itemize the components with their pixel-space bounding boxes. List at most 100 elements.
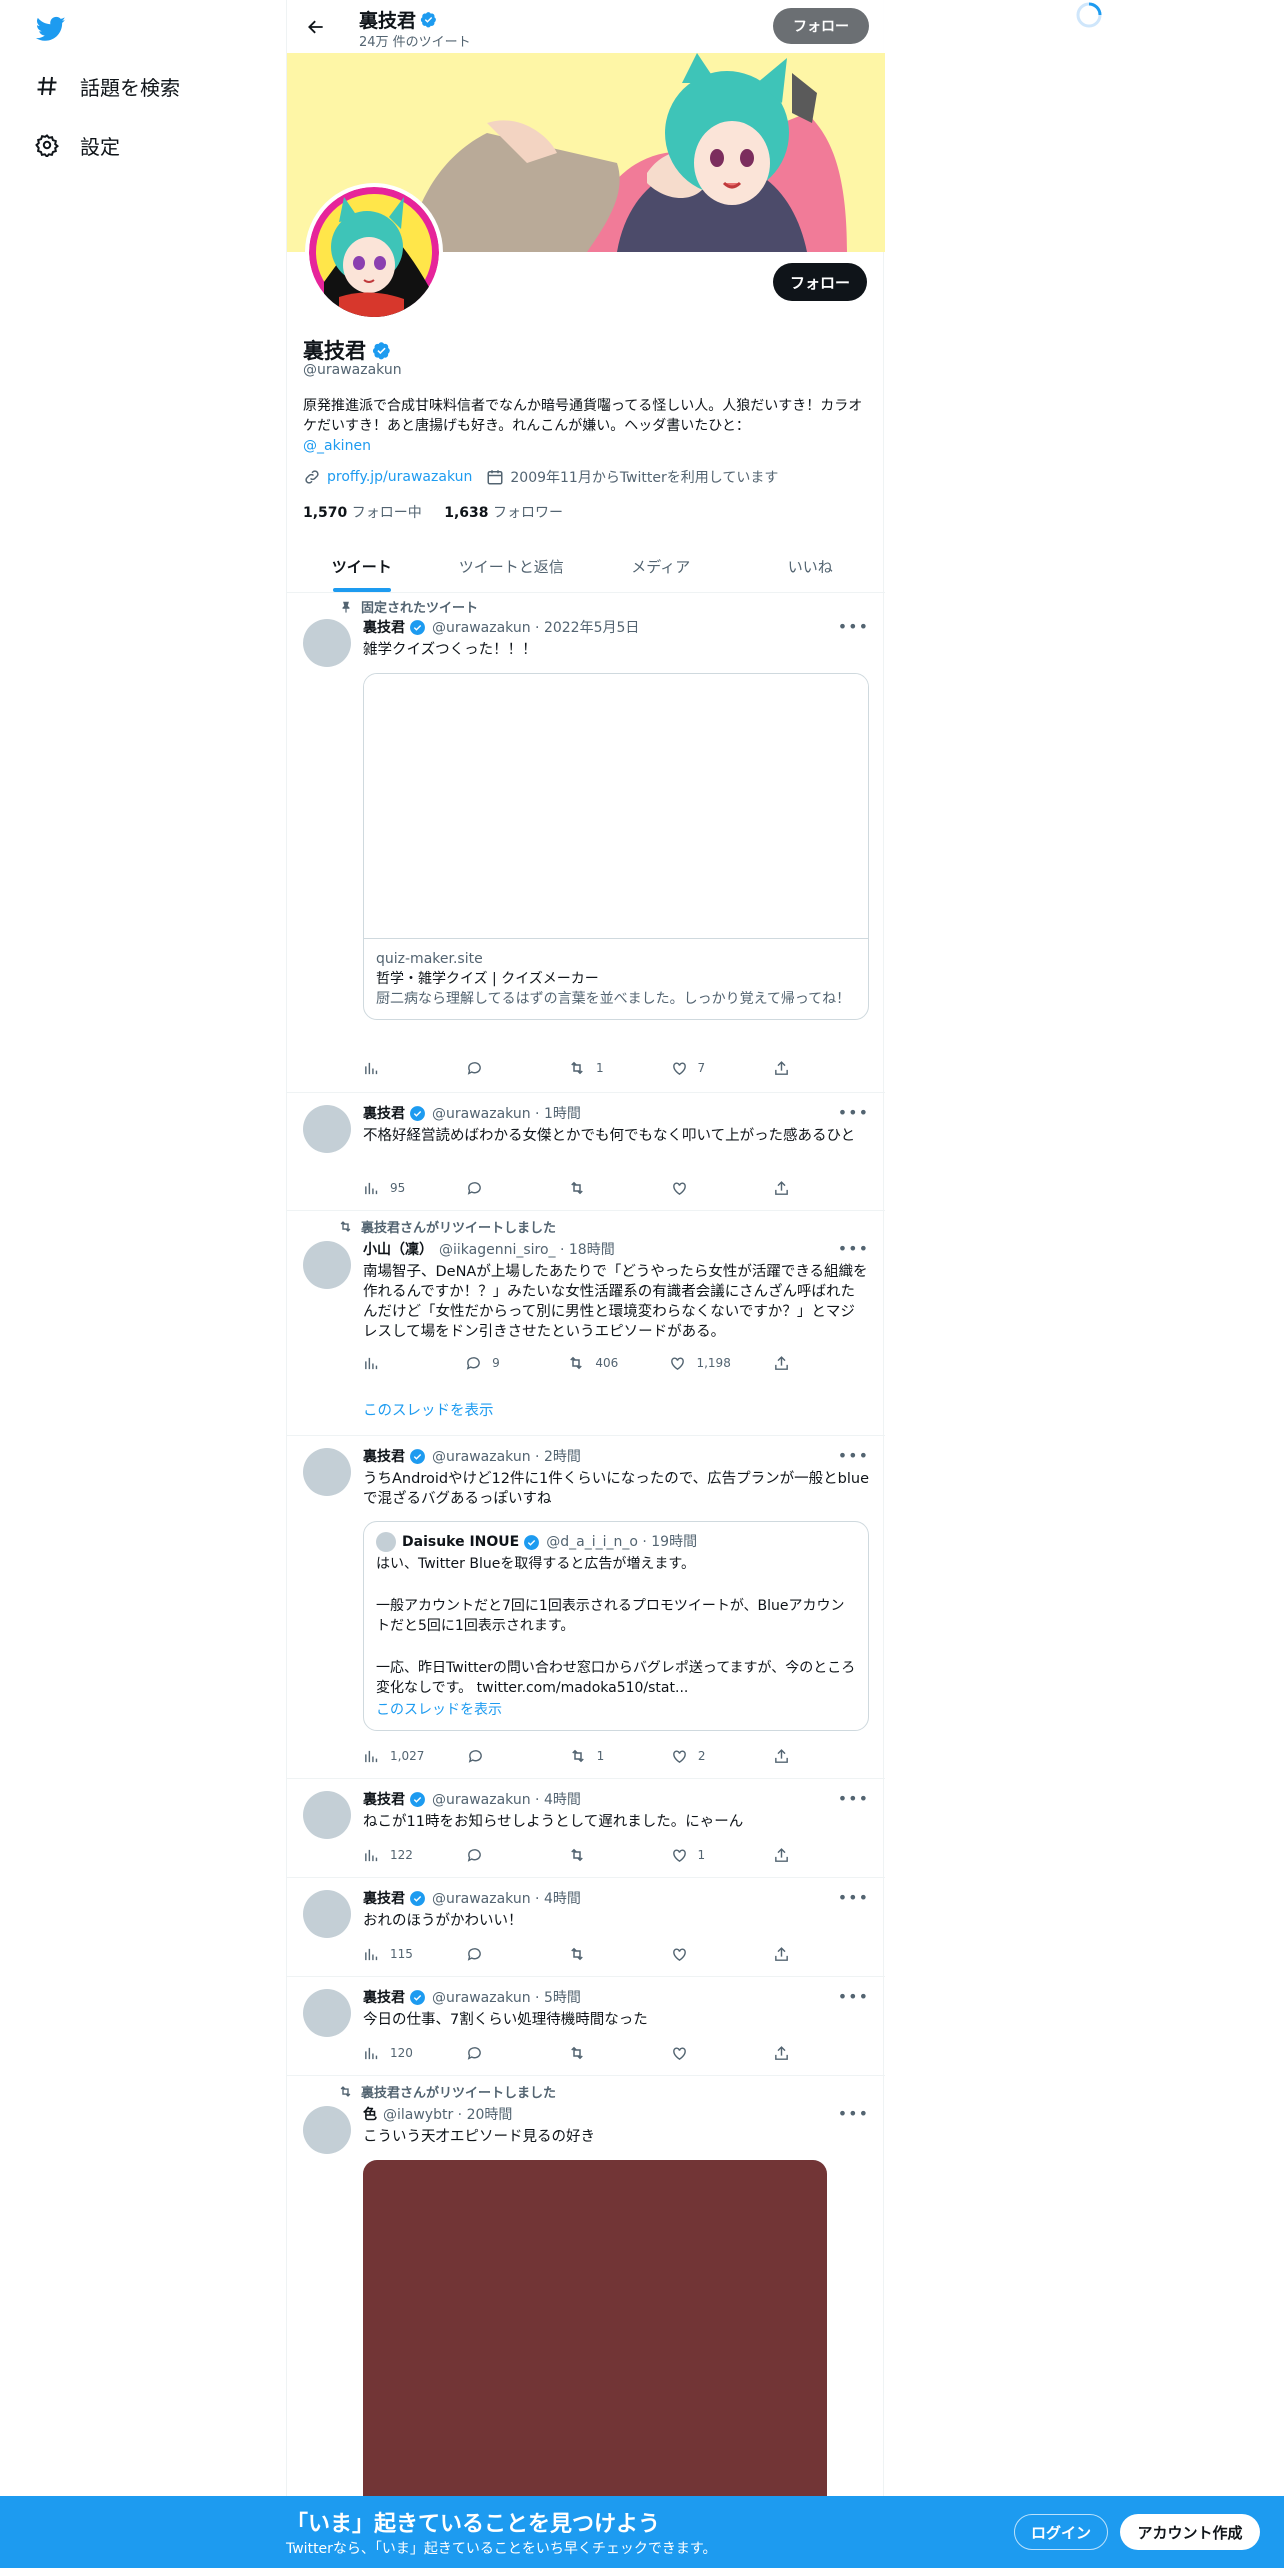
following-link[interactable]: 1,570 フォロー中 <box>303 505 422 521</box>
like-button[interactable]: 1,198 <box>669 1355 731 1372</box>
tweet-author-name[interactable]: 裏技君 <box>363 1987 405 2007</box>
views-button[interactable]: 122 <box>363 1847 423 1864</box>
reply-button[interactable] <box>466 1946 526 1963</box>
header-follow-button[interactable]: フォロー <box>773 8 869 44</box>
reply-button[interactable] <box>466 2045 526 2062</box>
more-options-icon[interactable]: ••• <box>838 1987 869 2006</box>
tweet-author-meta[interactable]: @urawazakun · 4時間 <box>432 1888 581 1908</box>
reply-button[interactable] <box>466 1180 526 1197</box>
followers-link[interactable]: 1,638 フォロワー <box>444 505 563 521</box>
share-button[interactable] <box>773 1847 793 1864</box>
tweet-item[interactable]: 裏技君 @urawazakun · 4時間 ••• ねこが11時をお知らせしよう… <box>287 1779 885 1878</box>
tweet-item[interactable]: 裏技君 @urawazakun · 2時間 ••• うちAndroidやけど12… <box>287 1436 885 1779</box>
tab-likes[interactable]: いいね <box>736 540 886 592</box>
tweet-author-meta[interactable]: @urawazakun · 5時間 <box>432 1987 581 2007</box>
like-button[interactable] <box>671 1946 731 1963</box>
quote-tweet[interactable]: Daisuke INOUE @d_a_i_i_n_o · 19時間 はい、Twi… <box>363 1521 869 1731</box>
tab-media[interactable]: メディア <box>586 540 736 592</box>
login-button[interactable]: ログイン <box>1014 2514 1108 2550</box>
tweet-item[interactable]: 固定されたツイート 裏技君 @urawazakun · 2022年5月5日 ••… <box>287 593 885 1093</box>
views-count: 115 <box>390 1947 413 1961</box>
more-options-icon[interactable]: ••• <box>838 1103 869 1122</box>
tweet-context-label[interactable]: 裏技君さんがリツイートしました <box>361 2082 556 2101</box>
tweet-author-meta[interactable]: @urawazakun · 2022年5月5日 <box>432 617 639 637</box>
reply-button[interactable] <box>467 1748 527 1765</box>
like-button[interactable]: 2 <box>671 1748 731 1765</box>
tweet-author-name[interactable]: 裏技君 <box>363 1103 405 1123</box>
views-button[interactable]: 1,027 <box>363 1748 424 1765</box>
bio-mention-link[interactable]: @_akinen <box>303 438 371 454</box>
avatar[interactable] <box>303 2106 351 2154</box>
share-button[interactable] <box>773 1946 793 1963</box>
avatar[interactable] <box>303 1890 351 1938</box>
more-options-icon[interactable]: ••• <box>838 1888 869 1907</box>
back-arrow-icon[interactable] <box>301 12 331 42</box>
tweet-author-name[interactable]: 小山（凜） <box>363 1239 433 1259</box>
like-button[interactable]: 7 <box>671 1060 731 1077</box>
more-options-icon[interactable]: ••• <box>838 2104 869 2123</box>
tweet-author-name[interactable]: 裏技君 <box>363 1888 405 1908</box>
avatar[interactable] <box>303 1791 351 1839</box>
like-button[interactable] <box>671 2045 731 2062</box>
more-options-icon[interactable]: ••• <box>838 617 869 636</box>
tweet-author-name[interactable]: 裏技君 <box>363 617 405 637</box>
more-options-icon[interactable]: ••• <box>838 1239 869 1258</box>
share-button[interactable] <box>773 2045 793 2062</box>
tweet-media-image[interactable] <box>363 2160 827 2520</box>
retweet-button[interactable] <box>568 2044 628 2062</box>
avatar[interactable] <box>303 619 351 667</box>
nav-item-settings[interactable]: 設定 <box>34 125 120 165</box>
signup-button[interactable]: アカウント作成 <box>1120 2514 1260 2550</box>
tweet-author-meta[interactable]: @iikagenni_siro_ · 18時間 <box>439 1239 615 1259</box>
tweet-item[interactable]: 裏技君 @urawazakun · 5時間 ••• 今日の仕事、7割くらい処理待… <box>287 1977 885 2076</box>
tweet-item[interactable]: 裏技君 @urawazakun · 1時間 ••• 不格好経営読めばわかる女傑と… <box>287 1093 885 1211</box>
retweet-button[interactable] <box>568 1945 628 1963</box>
retweet-button[interactable]: 1 <box>569 1747 629 1765</box>
tweet-item[interactable]: 裏技君さんがリツイートしました 小山（凜） @iikagenni_siro_ ·… <box>287 1211 885 1436</box>
avatar[interactable] <box>303 1989 351 2037</box>
tweet-author-meta[interactable]: @ilawybtr · 20時間 <box>383 2104 512 2124</box>
link-card[interactable]: quiz-maker.site 哲学・雑学クイズ | クイズメーカー 厨二病なら… <box>363 673 869 1020</box>
share-button[interactable] <box>773 1355 793 1372</box>
retweet-button[interactable] <box>568 1179 628 1197</box>
profile-website-link[interactable]: proffy.jp/urawazakun <box>327 469 472 485</box>
tweet-author-name[interactable]: 色 <box>363 2104 377 2124</box>
share-button[interactable] <box>773 1748 793 1765</box>
tweet-author-meta[interactable]: @urawazakun · 2時間 <box>432 1446 581 1466</box>
quote-show-thread-link[interactable]: このスレッドを表示 <box>376 1700 856 1720</box>
twitter-logo-icon[interactable] <box>34 14 68 44</box>
profile-follow-button[interactable]: フォロー <box>773 263 867 301</box>
like-button[interactable]: 1 <box>671 1847 731 1864</box>
avatar[interactable] <box>303 1241 351 1289</box>
tweet-author-meta[interactable]: @urawazakun · 1時間 <box>432 1103 581 1123</box>
show-thread-link[interactable]: このスレッドを表示 <box>363 1399 494 1420</box>
like-button[interactable] <box>671 1180 731 1197</box>
retweet-button[interactable]: 406 <box>567 1354 627 1372</box>
views-button[interactable]: 120 <box>363 2045 423 2062</box>
views-button[interactable] <box>363 1355 423 1372</box>
share-button[interactable] <box>773 1060 793 1077</box>
profile-avatar[interactable] <box>305 183 443 321</box>
retweet-button[interactable]: 1 <box>568 1059 628 1077</box>
retweet-button[interactable] <box>568 1846 628 1864</box>
tweet-author-name[interactable]: 裏技君 <box>363 1446 405 1466</box>
more-options-icon[interactable]: ••• <box>838 1446 869 1465</box>
share-button[interactable] <box>773 1180 793 1197</box>
tweet-item[interactable]: 裏技君 @urawazakun · 4時間 ••• おれのほうがかわいい！ 11… <box>287 1878 885 1977</box>
views-button[interactable]: 115 <box>363 1946 423 1963</box>
tweet-item[interactable]: 裏技君さんがリツイートしました 色 @ilawybtr · 20時間 ••• こ… <box>287 2076 885 2568</box>
tweet-author-name[interactable]: 裏技君 <box>363 1789 405 1809</box>
tweet-author-meta[interactable]: @urawazakun · 4時間 <box>432 1789 581 1809</box>
views-button[interactable] <box>363 1060 423 1077</box>
avatar[interactable] <box>303 1448 351 1496</box>
more-options-icon[interactable]: ••• <box>838 1789 869 1808</box>
reply-button[interactable] <box>466 1847 526 1864</box>
views-button[interactable]: 95 <box>363 1180 423 1197</box>
reply-button[interactable]: 9 <box>465 1355 525 1372</box>
tab-tweets-and-replies[interactable]: ツイートと返信 <box>437 540 587 592</box>
reply-button[interactable] <box>466 1060 526 1077</box>
tab-tweets[interactable]: ツイート <box>287 540 437 592</box>
tweet-context-label[interactable]: 裏技君さんがリツイートしました <box>361 1217 556 1236</box>
avatar[interactable] <box>303 1105 351 1153</box>
nav-item-explore[interactable]: 話題を検索 <box>34 66 180 106</box>
